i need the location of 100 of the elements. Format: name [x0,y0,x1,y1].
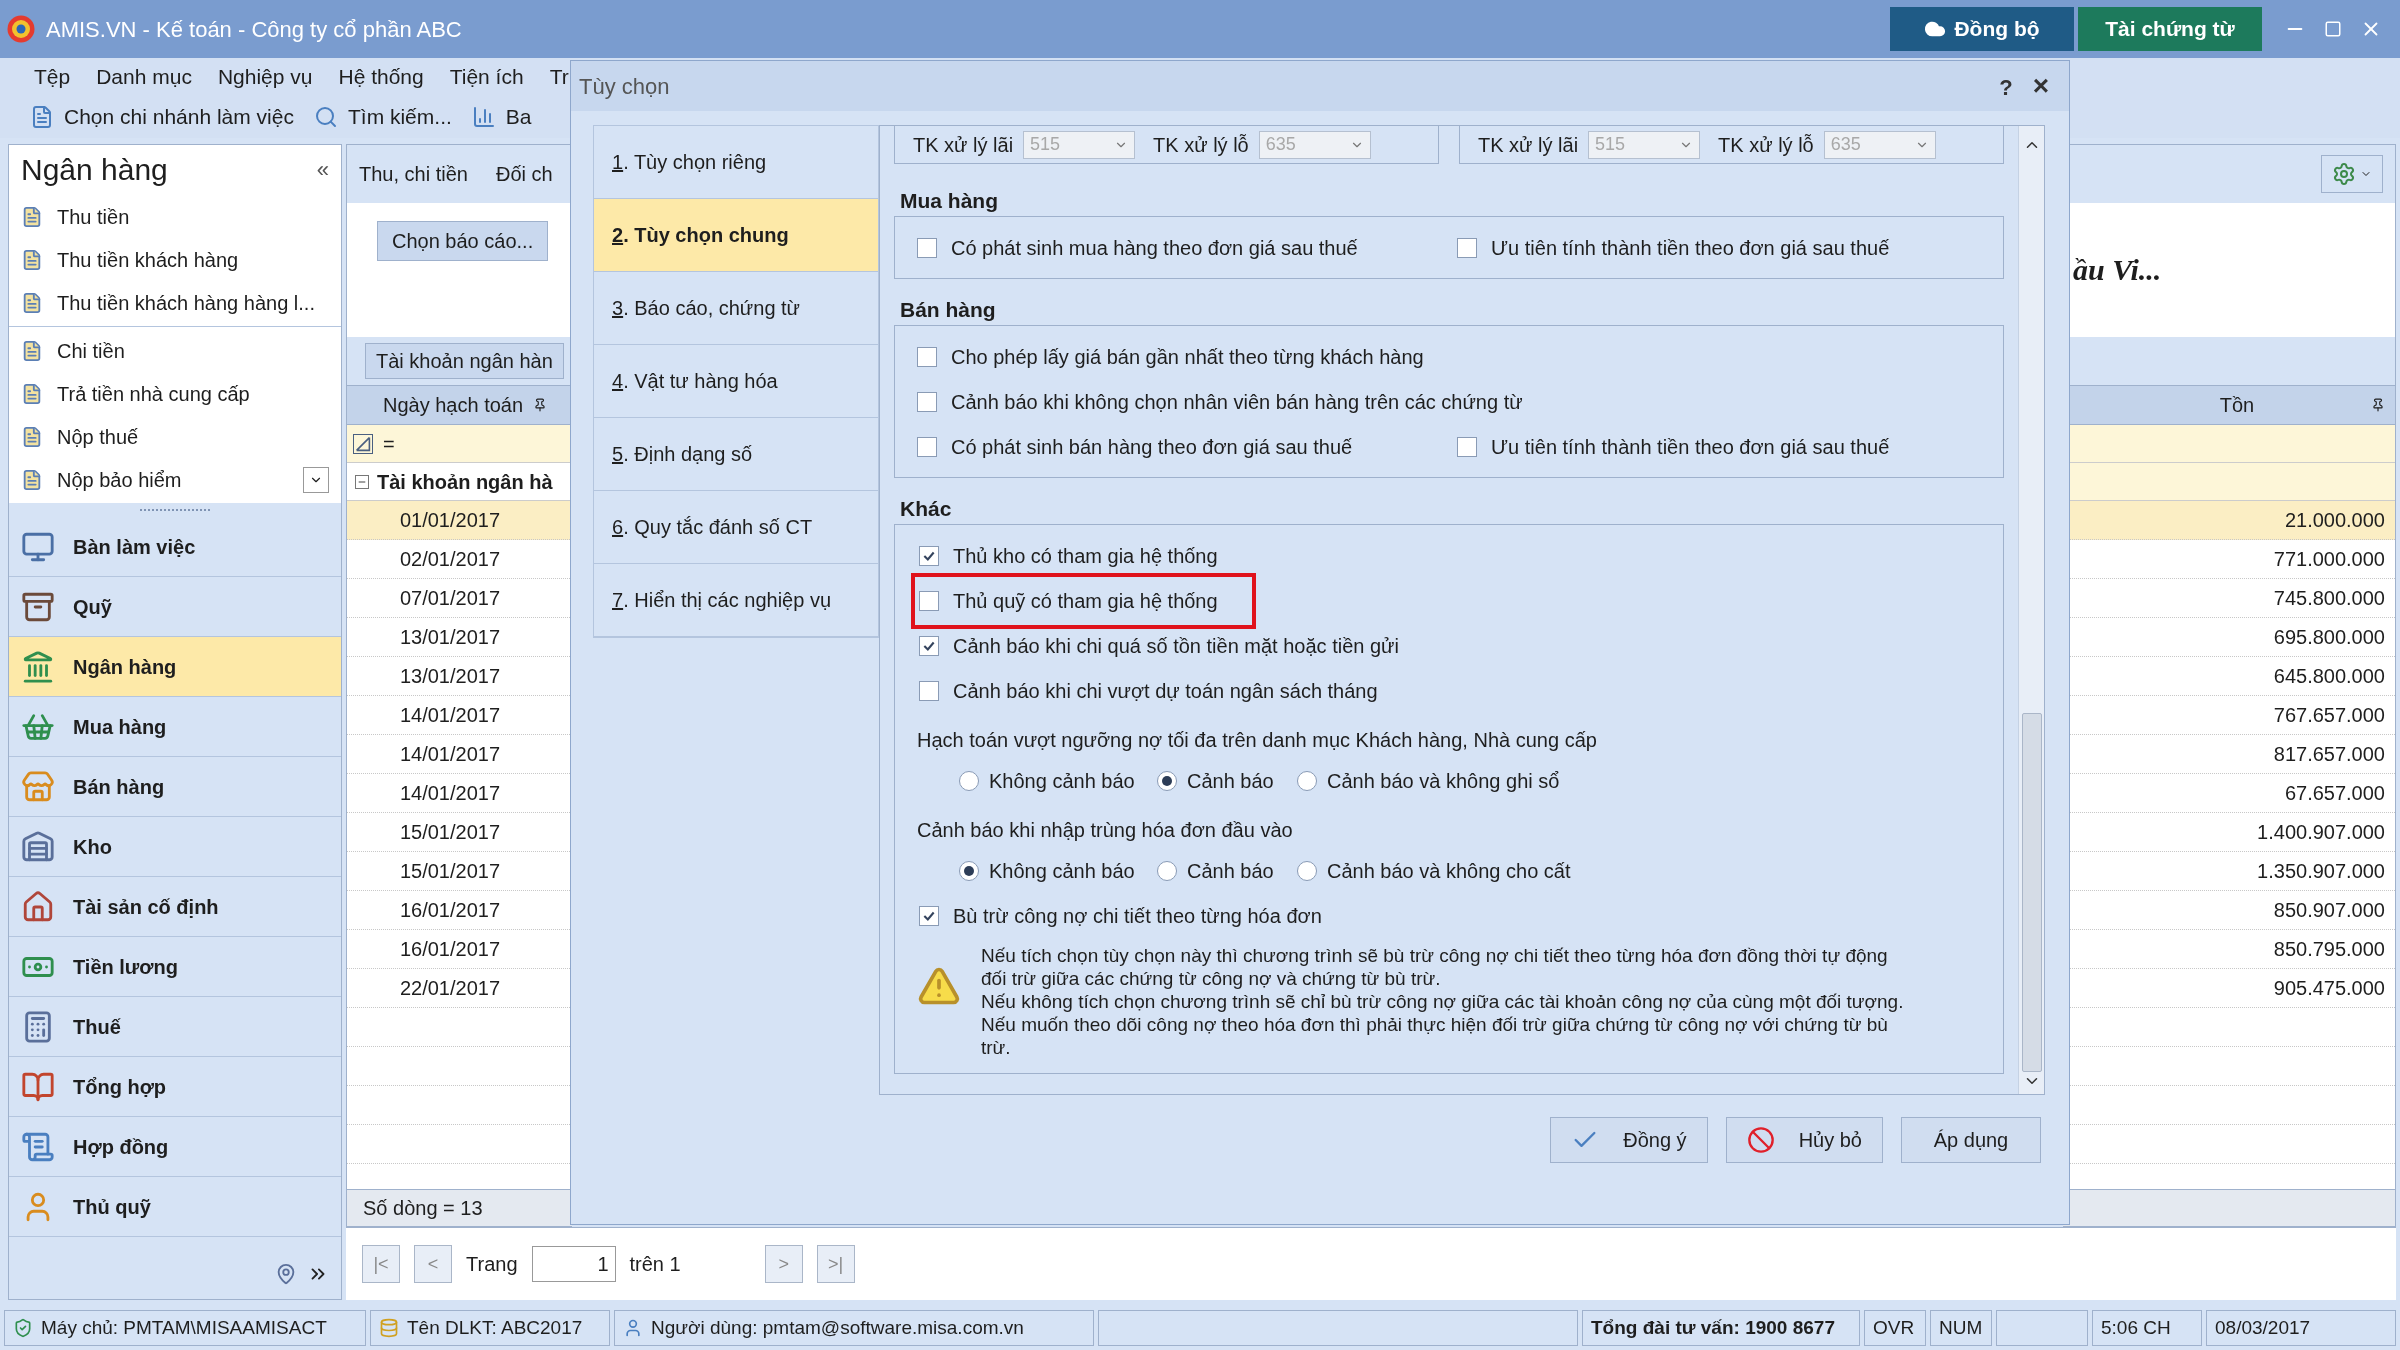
document-icon [21,468,43,491]
pin-icon[interactable] [2371,398,2385,412]
menu-item[interactable]: Tệp [34,61,71,93]
table-cell-text: 16/01/2017 [398,937,502,962]
filter-icon[interactable] [353,433,373,454]
radio-button[interactable] [1297,770,1317,791]
task-link[interactable]: Nộp thuế [57,421,329,452]
module-icon [21,889,55,924]
checkbox[interactable] [917,237,937,258]
status-field: NUM [1930,1310,1992,1346]
page-field[interactable]: 1 [531,1246,616,1282]
checkbox-label: Cảnh báo khi không chọn nhân viên bán hàng trên các chứng từ [951,389,1523,415]
checkbox-label: Thủ quỹ có tham gia hệ thống [953,588,1218,614]
checkbox[interactable] [1457,436,1477,457]
page-tab[interactable]: Thu, chi tiền [359,159,468,189]
account-button[interactable]: Tài khoản ngân hàn [365,343,564,379]
radio-label: Cảnh báo [1187,858,1274,884]
task-link[interactable]: Nộp bảo hiểm [57,464,289,495]
table-cell-text: 01/01/2017 [398,508,502,533]
page-tab[interactable]: Đối ch [495,159,553,189]
checkbox[interactable] [919,545,939,566]
collapse-group-icon[interactable] [355,474,369,489]
report-title: ầu Vi... [2073,252,2162,288]
menu-item[interactable]: Nghiệp vụ [217,61,313,93]
table-cell-text: 14/01/2017 [398,742,502,767]
checkbox[interactable] [917,391,937,412]
status-field: Tổng đài tư vấn: 1900 8677 [1582,1310,1860,1346]
table-cell-text: 850.795.000 [2273,937,2385,962]
checkbox-label: Bù trừ công nợ chi tiết theo từng hóa đơn [953,903,1322,929]
table-cell-text: 22/01/2017 [398,976,502,1001]
toolbar-button[interactable]: Ba [471,101,532,133]
apply-button[interactable]: Áp dụng [1901,1117,2041,1163]
checkbox[interactable] [919,635,939,656]
group-row-label: Tài khoản ngân hà [377,469,553,495]
table-cell-text: 645.800.000 [2273,664,2385,689]
checkbox-label: Cảnh báo khi chi quá số tồn tiền mặt hoặc tiền gửi [953,633,1399,659]
checkbox[interactable] [919,590,939,611]
maximize-icon[interactable] [2324,20,2342,38]
scrollbar[interactable] [2018,126,2044,1094]
table-cell-text: 1.350.907.000 [2257,859,2385,884]
note-text: Nếu tích chọn tùy chọn này thì chương trình sẽ bù trừ công nợ chi tiết theo từng hóa đơn đồng thời tự động đối trừ giữa các chứng từ công nợ và chứng từ bù trừ. [981,944,1889,990]
checkbox[interactable] [1457,237,1477,258]
dropdown-button[interactable] [303,466,329,493]
scrollbar-thumb[interactable] [2021,712,2042,1073]
toolbar-button[interactable]: Chọn chi nhánh làm việc [30,101,294,133]
cancel-button[interactable]: Hủy bỏ [1725,1117,1883,1163]
status-field: Người dùng: pmtam@software.misa.com.vn [614,1310,1094,1346]
radio-button[interactable] [1157,860,1177,881]
sync-button[interactable]: Đồng bộ [1890,7,2074,51]
task-link[interactable]: Thu tiền [57,201,329,232]
pin-icon[interactable] [533,398,548,412]
toolbar-button[interactable]: Tìm kiếm... [313,101,452,133]
settings-icon [2332,162,2356,186]
menu-item[interactable]: Tr [549,61,569,93]
status-field: OVR [1864,1310,1926,1346]
nav-tab[interactable]: 2. Tùy chọn chung [594,199,878,272]
checkbox-label: Có phát sinh mua hàng theo đơn giá sau thuế [951,235,1358,261]
table-cell-text: 767.657.000 [2273,703,2385,728]
pin-icon[interactable] [275,1263,297,1285]
option-heading: Cảnh báo khi nhập trùng hóa đơn đầu vào [917,817,1293,843]
table-row[interactable]: 01/01/2017 [347,501,572,540]
checkbox-label: Thủ kho có tham gia hệ thống [953,543,1218,569]
menu-item[interactable]: Hệ thống [338,61,424,93]
module-icon [21,649,55,684]
ok-button[interactable]: Đồng ý [1550,1117,1708,1163]
option-heading: Hạch toán vượt ngưỡng nợ tối đa trên danh mục Khách hàng, Nhà cung cấp [917,727,1597,753]
task-link[interactable]: Thu tiền khách hàng hàng l... [57,287,329,318]
table-cell-text: 02/01/2017 [398,547,502,572]
status-field: Máy chủ: PMTAM\MISAAMISACT [4,1310,366,1346]
radio-button[interactable] [959,860,979,881]
collapse-button[interactable]: « [316,152,329,186]
table-cell-text: 1.400.907.000 [2257,820,2385,845]
task-link[interactable]: Thu tiền khách hàng [57,244,329,275]
document-icon [21,205,43,228]
checkbox-label: Có phát sinh bán hàng theo đơn giá sau thuế [951,434,1353,460]
document-icon [21,248,43,271]
table-cell-text: 16/01/2017 [398,898,502,923]
splitter-grip[interactable] [140,508,210,512]
settings-button[interactable] [2321,155,2383,193]
checkbox[interactable] [917,346,937,367]
group-title: Mua hàng [899,188,999,214]
checkbox[interactable] [917,436,937,457]
close-button[interactable]: × [2021,71,2061,101]
menu-item[interactable]: Tiện ích [449,61,524,93]
checkbox[interactable] [919,680,939,701]
radio-button[interactable] [959,770,979,791]
task-link[interactable]: Chi tiền [57,335,329,366]
help-button[interactable]: ? [1991,71,2021,101]
choose-report-button[interactable]: Chọn báo cáo... [377,221,549,261]
checkbox[interactable] [919,905,939,926]
download-button[interactable]: Tài chứng từ [2078,7,2262,51]
menu-item[interactable]: Danh mục [96,61,192,93]
module-button[interactable]: Ngân hàng [9,637,341,697]
radio-button[interactable] [1297,860,1317,881]
radio-label: Cảnh báo [1187,768,1274,794]
table-cell-text: 695.800.000 [2273,625,2385,650]
radio-label: Cảnh báo và không cho cất [1327,858,1571,884]
filter-operator[interactable]: = [383,428,395,459]
task-link[interactable]: Trả tiền nhà cung cấp [57,378,329,409]
radio-button[interactable] [1157,770,1177,791]
